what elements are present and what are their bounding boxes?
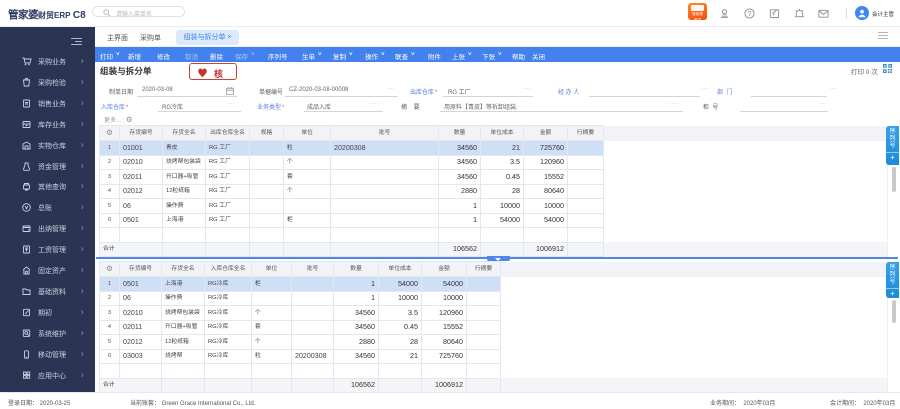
svg-text:?: ?	[748, 11, 752, 18]
